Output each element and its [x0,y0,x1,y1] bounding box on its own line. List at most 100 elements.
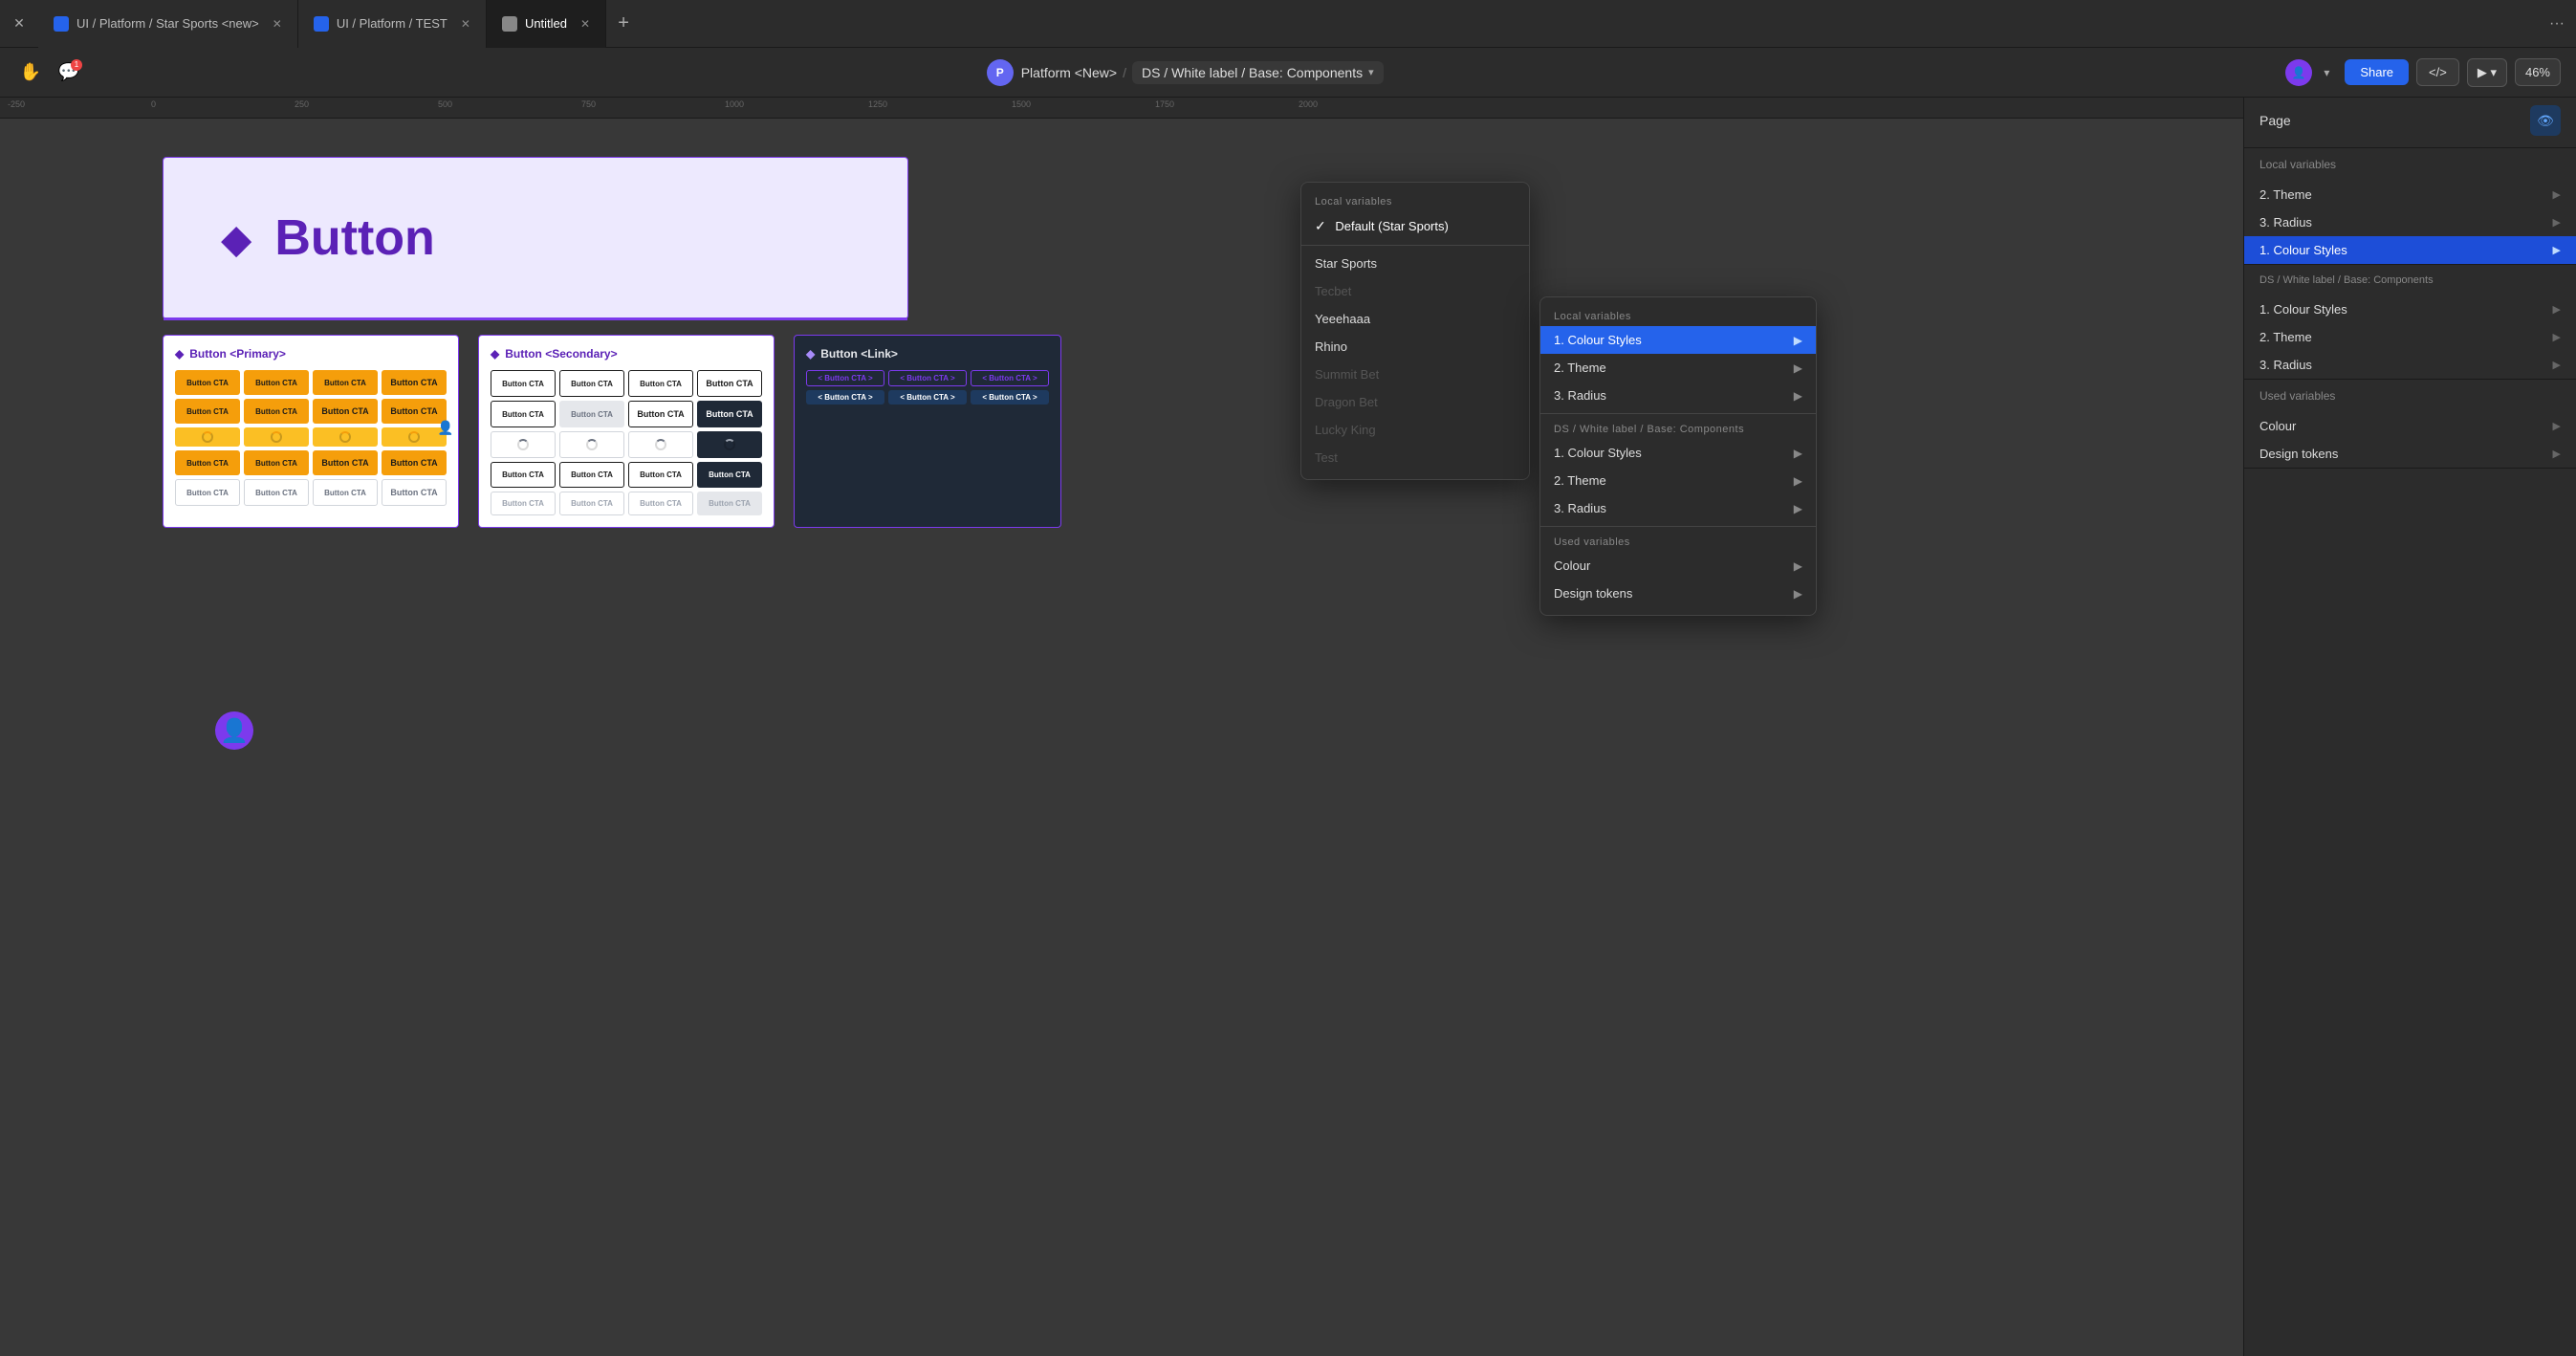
btn-cta-r4[interactable]: Button CTA [382,450,447,475]
btn-sec-3[interactable]: Button CTA [628,370,693,397]
zoom-button[interactable]: 46% [2515,58,2561,86]
ruler-mark: 250 [295,99,309,109]
chip-btn-5[interactable]: < Button CTA > [888,390,967,405]
chip-btn-4[interactable]: < Button CTA > [806,390,884,405]
chip-btn-1[interactable]: < Button CTA > [806,370,884,386]
dropdown-item-default[interactable]: ✓ Default (Star Sports) [1301,211,1529,241]
chip-btn-2[interactable]: < Button CTA > [888,370,967,386]
tab-close-star-sports[interactable]: ✕ [273,17,282,31]
btn-sec-r3[interactable]: Button CTA [628,462,693,488]
dropdown-item-tecbet[interactable]: Tecbet [1301,277,1529,305]
comment-button[interactable]: 💬 1 [54,57,84,88]
btn-sec-6[interactable]: Button CTA [559,401,624,427]
rp-item-radius[interactable]: 3. Radius ▶ [2244,208,2576,236]
btn-cta-r1[interactable]: Button CTA [175,450,240,475]
ruler: -250 0 250 500 750 1000 1250 1500 1750 2… [0,98,2243,119]
avatar: 👤 [2285,59,2312,86]
btn-cta-7[interactable]: Button CTA [313,399,378,424]
dropdown-item-yeeehaaa[interactable]: Yeeehaaa [1301,305,1529,333]
btn-cta-r3[interactable]: Button CTA [313,450,378,475]
ds-theme-item[interactable]: 2. Theme ▶ [2244,323,2576,351]
ds-radius-item[interactable]: 3. Radius ▶ [2244,351,2576,379]
ruler-mark: 1750 [1155,99,1174,109]
close-icon[interactable]: ✕ [0,0,38,48]
btn-outline-3[interactable]: Button CTA [313,479,378,506]
btn-cta-5[interactable]: Button CTA [175,399,240,424]
btn-sec-out-1[interactable]: Button CTA [491,492,556,515]
btn-sec-4[interactable]: Button CTA [697,370,762,397]
btn-sec-load-2[interactable] [559,431,624,458]
ds-panel-ds-radius[interactable]: 3. Radius ▶ [1540,494,1816,522]
btn-cta-4[interactable]: Button CTA [382,370,447,395]
ds-panel-theme[interactable]: 2. Theme ▶ [1540,354,1816,382]
btn-cta-3[interactable]: Button CTA [313,370,378,395]
tab-overflow-button[interactable]: ··· [2538,0,2576,48]
dropdown-item-rhino[interactable]: Rhino [1301,333,1529,361]
ds-panel-ds-theme[interactable]: 2. Theme ▶ [1540,467,1816,494]
rp-item-colour-styles[interactable]: 1. Colour Styles ▶ [2244,236,2576,264]
ds-section-header: DS / White label / Base: Components [2244,265,2576,295]
btn-sec-out-4[interactable]: Button CTA [697,492,762,515]
tab-close-untitled[interactable]: ✕ [580,17,590,31]
btn-loading-1[interactable] [175,427,240,447]
ruler-mark: 1000 [725,99,744,109]
breadcrumb-current[interactable]: DS / White label / Base: Components ▾ [1132,61,1384,84]
ds-panel-colour-styles[interactable]: 1. Colour Styles ▶ [1540,326,1816,354]
tab-star-sports[interactable]: UI / Platform / Star Sports <new> ✕ [38,0,298,48]
btn-loading-4[interactable]: 👤 [382,427,447,447]
dropdown-item-summit-bet[interactable]: Summit Bet [1301,361,1529,388]
btn-sec-r1[interactable]: Button CTA [491,462,556,488]
btn-sec-r4[interactable]: Button CTA [697,462,762,488]
btn-sec-load-1[interactable] [491,431,556,458]
tab-test[interactable]: UI / Platform / TEST ✕ [298,0,487,48]
play-button[interactable]: ▶ ▾ [2467,58,2507,87]
btn-cta-1[interactable]: Button CTA [175,370,240,395]
btn-sec-load-4[interactable] [697,431,762,458]
btn-sec-8[interactable]: Button CTA [697,401,762,427]
btn-sec-2[interactable]: Button CTA [559,370,624,397]
eye-icon[interactable]: 👁 [2530,105,2561,136]
breadcrumb-project[interactable]: Platform <New> [1021,65,1117,80]
ds-panel-colour-item[interactable]: Colour ▶ [1540,552,1816,580]
ds-panel-design-tokens-item[interactable]: Design tokens ▶ [1540,580,1816,607]
chip-btn-6[interactable]: < Button CTA > [971,390,1049,405]
dropdown-item-lucky-king[interactable]: Lucky King [1301,416,1529,444]
frame-hero[interactable]: ◆ Button [163,157,908,319]
btn-outline-4[interactable]: Button CTA [382,479,447,506]
section2-diamond-icon: ◆ [491,347,499,361]
btn-sec-7[interactable]: Button CTA [628,401,693,427]
tab-untitled[interactable]: Untitled ✕ [487,0,606,48]
btn-cta-8[interactable]: Button CTA [382,399,447,424]
btn-outline-2[interactable]: Button CTA [244,479,309,506]
btn-cta-2[interactable]: Button CTA [244,370,309,395]
dropdown-item-test[interactable]: Test [1301,444,1529,471]
btn-sec-1[interactable]: Button CTA [491,370,556,397]
used-design-tokens-item[interactable]: Design tokens ▶ [2244,440,2576,468]
share-button[interactable]: Share [2345,59,2409,85]
btn-loading-2[interactable] [244,427,309,447]
rp-item-theme[interactable]: 2. Theme ▶ [2244,181,2576,208]
btn-sec-5[interactable]: Button CTA [491,401,556,427]
dropdown-item-star-sports[interactable]: Star Sports [1301,250,1529,277]
btn-sec-r2[interactable]: Button CTA [559,462,624,488]
ds-colour-item[interactable]: 1. Colour Styles ▶ [2244,295,2576,323]
chip-btn-3[interactable]: < Button CTA > [971,370,1049,386]
add-tab-button[interactable]: + [606,0,641,48]
ds-panel-used-label: Used variables [1540,531,1816,552]
ds-panel-radius[interactable]: 3. Radius ▶ [1540,382,1816,409]
btn-cta-6[interactable]: Button CTA [244,399,309,424]
btn-sec-out-2[interactable]: Button CTA [559,492,624,515]
avatar-dropdown-button[interactable]: ▾ [2316,59,2337,86]
ds-panel-ds-colour[interactable]: 1. Colour Styles ▶ [1540,439,1816,467]
btn-cta-r2[interactable]: Button CTA [244,450,309,475]
chevron-right-icon: ▶ [2553,303,2561,316]
btn-sec-load-3[interactable] [628,431,693,458]
dropdown-item-dragon-bet[interactable]: Dragon Bet [1301,388,1529,416]
btn-outline-1[interactable]: Button CTA [175,479,240,506]
code-button[interactable]: </> [2416,58,2459,86]
used-colour-item[interactable]: Colour ▶ [2244,412,2576,440]
btn-sec-out-3[interactable]: Button CTA [628,492,693,515]
tab-close-test[interactable]: ✕ [461,17,470,31]
btn-loading-3[interactable] [313,427,378,447]
hand-tool-button[interactable]: ✋ [15,57,46,88]
